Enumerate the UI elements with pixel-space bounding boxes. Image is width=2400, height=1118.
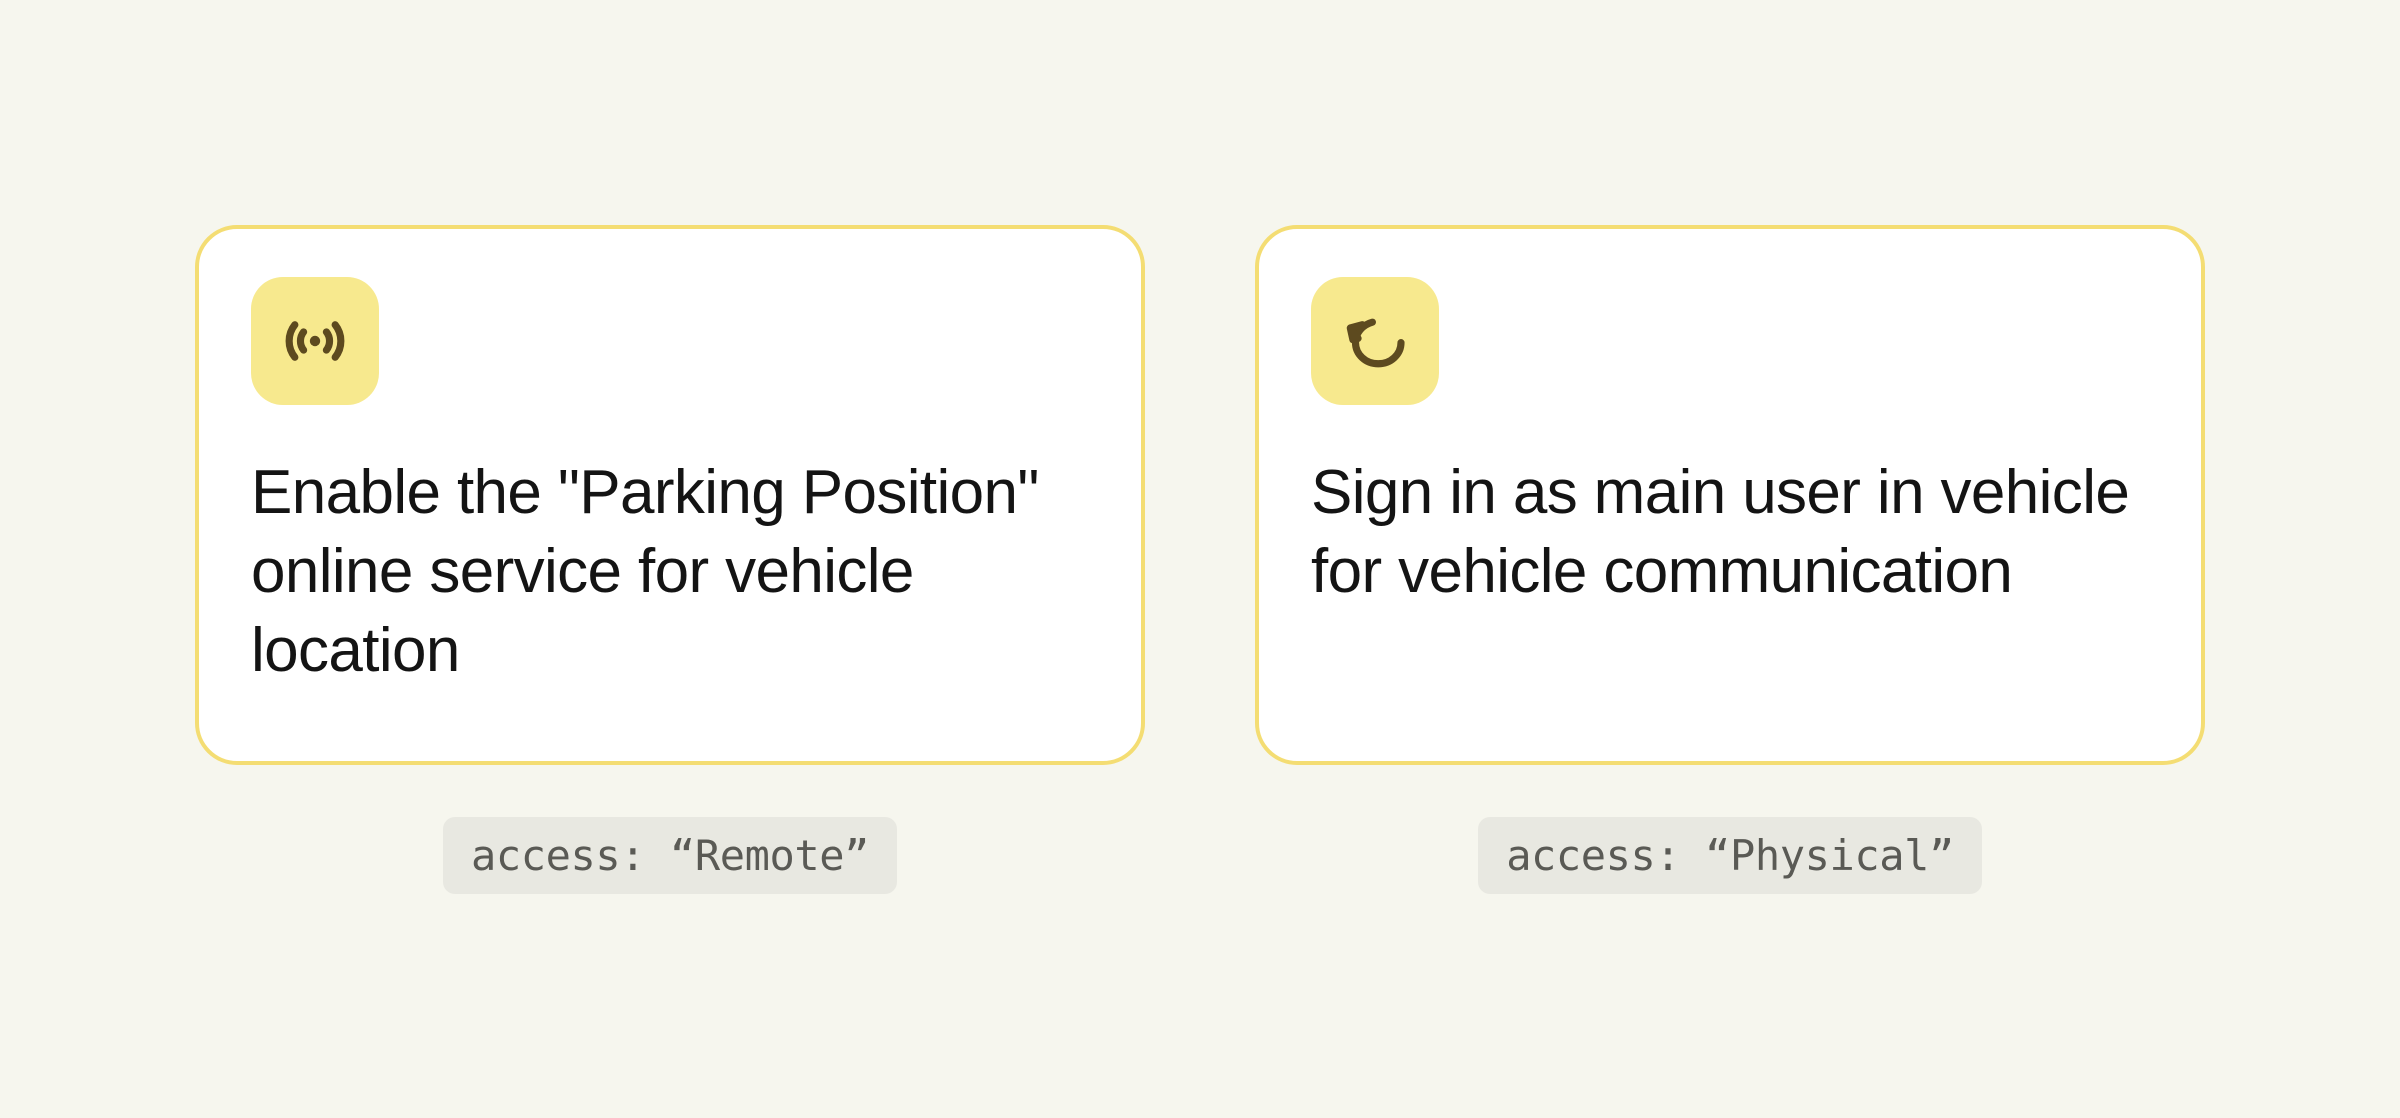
info-card: Enable the "Parking Position" online ser…: [195, 225, 1145, 765]
badge-value: Physical: [1730, 831, 1929, 880]
access-badge: access: “Physical”: [1478, 817, 1982, 894]
badge-key: access: [471, 831, 620, 880]
card-text: Sign in as main user in vehicle for vehi…: [1311, 453, 2149, 612]
access-badge: access: “Remote”: [443, 817, 897, 894]
info-card: Sign in as main user in vehicle for vehi…: [1255, 225, 2205, 765]
card-column: Enable the "Parking Position" online ser…: [195, 225, 1145, 894]
card-text: Enable the "Parking Position" online ser…: [251, 453, 1089, 691]
card-row: Enable the "Parking Position" online ser…: [0, 0, 2400, 1118]
card-column: Sign in as main user in vehicle for vehi…: [1255, 225, 2205, 894]
icon-badge: [1311, 277, 1439, 405]
radio-icon: [276, 302, 354, 380]
icon-badge: [251, 277, 379, 405]
badge-value: Remote: [695, 831, 844, 880]
badge-key: access: [1506, 831, 1655, 880]
hand-pointer-icon: [1336, 302, 1414, 380]
